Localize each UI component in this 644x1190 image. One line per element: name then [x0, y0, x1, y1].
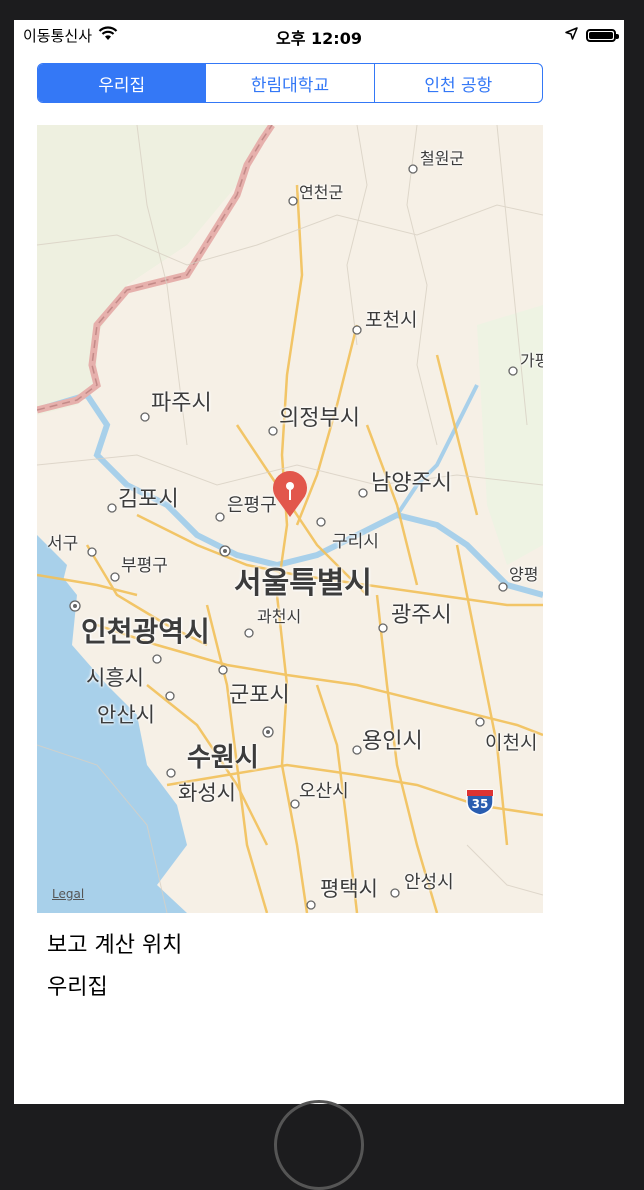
- map-legal-link[interactable]: Legal: [52, 887, 84, 901]
- map-pin-icon[interactable]: [269, 469, 311, 519]
- place-label: 포천시: [365, 309, 418, 331]
- place-label: 화성시: [178, 781, 236, 805]
- place-label: 군포시: [229, 683, 290, 708]
- place-label: 철원군: [420, 149, 465, 168]
- location-segmented-control[interactable]: 우리집 한림대학교 인천 공항: [37, 63, 543, 103]
- place-label: 연천군: [299, 183, 344, 202]
- map-view[interactable]: 철원군 연천군 포천시 가평 파주시 의정부시 김포시 은평구 남양주시 서구 …: [37, 125, 543, 913]
- status-bar: 이동통신사 오후 12:09: [14, 20, 624, 50]
- place-label: 양평: [509, 565, 539, 584]
- place-label: 인천광역시: [81, 615, 210, 648]
- info-selected-location: 우리집: [47, 975, 108, 1000]
- place-label: 파주시: [151, 391, 212, 416]
- place-label: 가평: [520, 351, 543, 370]
- place-label: 과천시: [257, 607, 302, 626]
- place-label: 수원시: [187, 743, 259, 773]
- status-time: 오후 12:09: [276, 29, 362, 48]
- info-title: 보고 계산 위치: [47, 933, 183, 958]
- place-label: 용인시: [362, 729, 423, 754]
- place-label: 서울특별시: [234, 566, 372, 601]
- place-label: 서구: [47, 534, 79, 554]
- place-label: 시흥시: [86, 666, 144, 690]
- location-arrow-icon: [565, 26, 578, 44]
- place-label: 오산시: [299, 781, 349, 802]
- route-shield-number: 35: [471, 797, 489, 811]
- battery-icon: [586, 28, 619, 42]
- battery-level: [589, 31, 613, 39]
- place-label: 광주시: [391, 603, 452, 628]
- place-label: 평택시: [320, 877, 378, 901]
- segment-hallym-university[interactable]: 한림대학교: [205, 64, 373, 102]
- home-button[interactable]: [274, 1100, 364, 1190]
- place-label: 안성시: [404, 872, 454, 893]
- place-label: 구리시: [332, 532, 379, 552]
- segment-incheon-airport[interactable]: 인천 공항: [373, 64, 542, 102]
- place-label: 남양주시: [371, 471, 452, 496]
- route-shield-icon: 35: [465, 788, 495, 816]
- place-label: 부평구: [121, 556, 168, 576]
- place-label: 의정부시: [279, 406, 360, 431]
- place-label: 안산시: [97, 703, 155, 727]
- place-label: 김포시: [118, 487, 179, 512]
- app-screen: 이동통신사 오후 12:09 우리집 한림대학교 인천 공항 철원군 연천군 포…: [14, 20, 624, 1104]
- segment-home[interactable]: 우리집: [38, 64, 206, 102]
- place-label: 이천시: [485, 732, 538, 754]
